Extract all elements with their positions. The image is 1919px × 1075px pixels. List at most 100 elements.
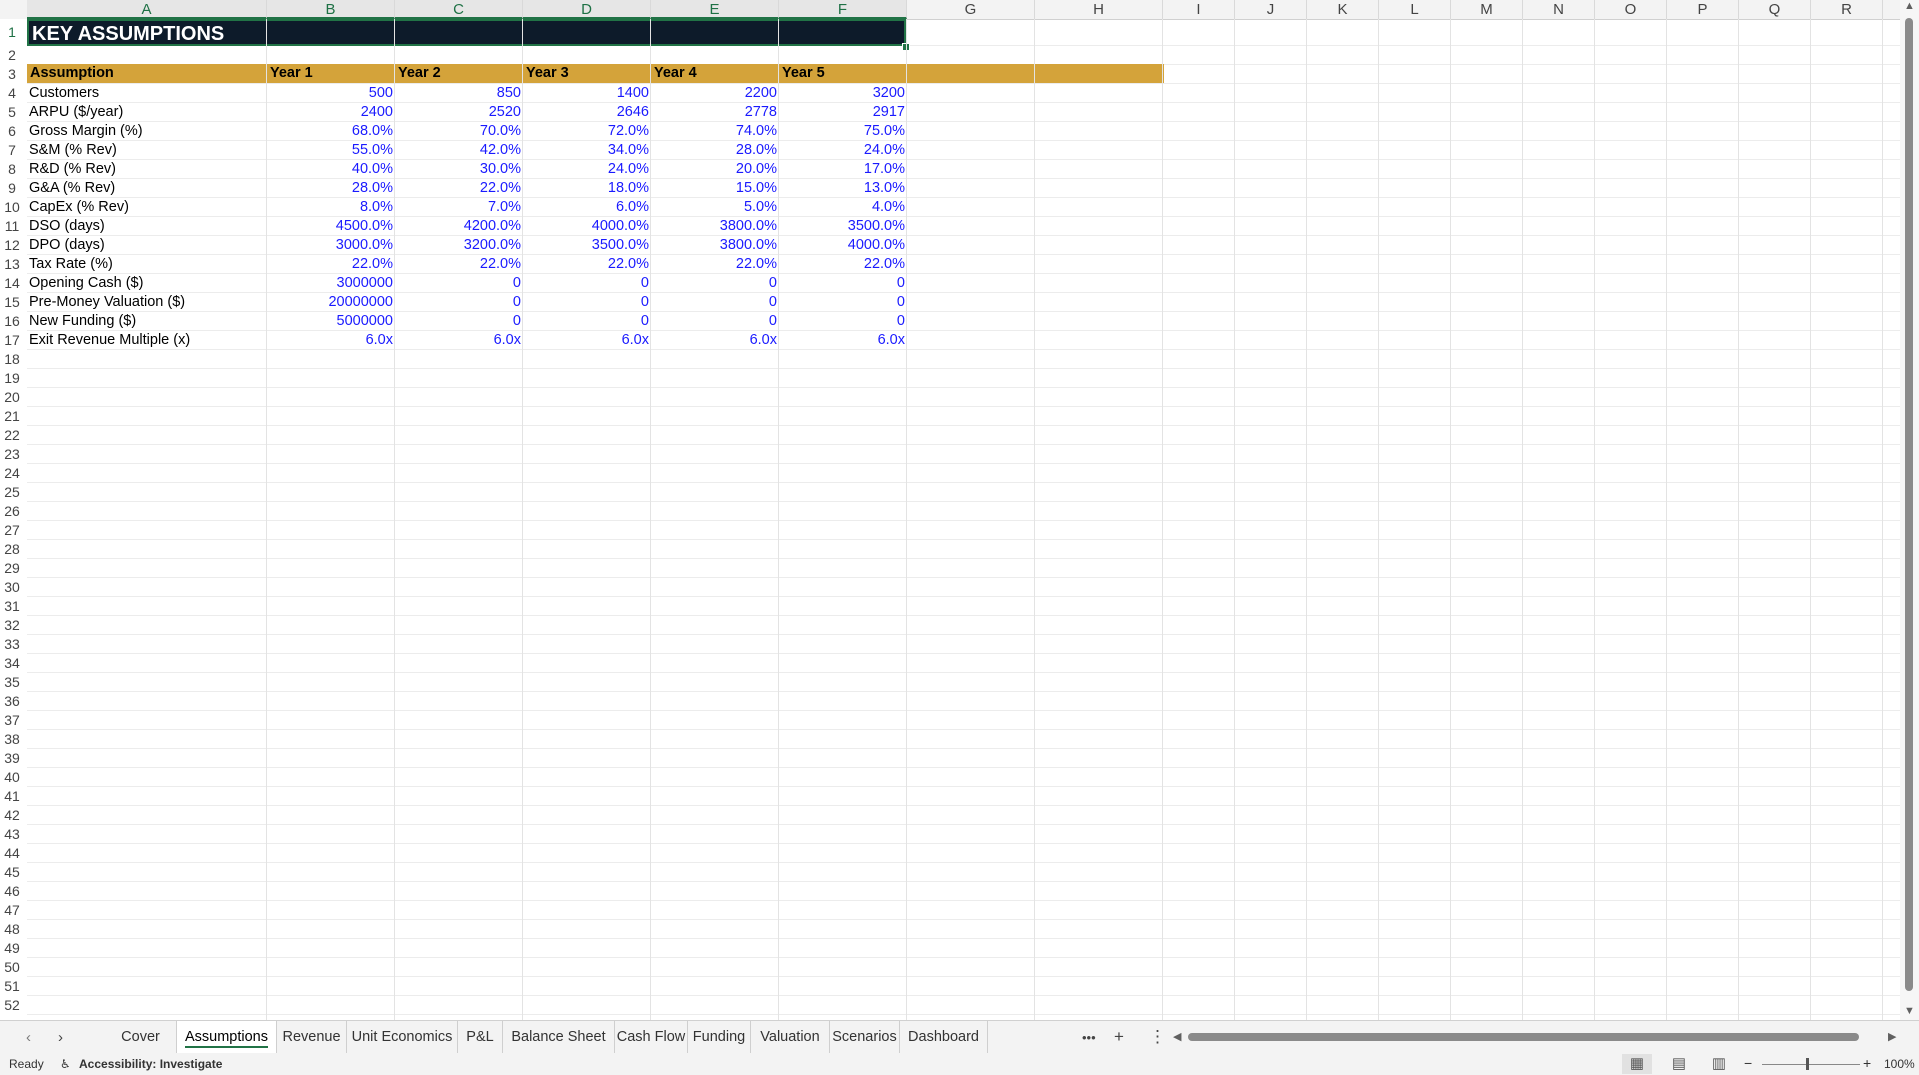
row-header[interactable]: 24 [0, 464, 24, 483]
assumption-value-cell[interactable]: 22.0% [267, 255, 395, 274]
horizontal-scrollbar[interactable]: ◀ ▶ [1173, 1031, 1901, 1043]
assumption-value-cell[interactable]: 34.0% [523, 141, 651, 160]
assumption-value-cell[interactable]: 4000.0% [523, 217, 651, 236]
column-header[interactable]: K [1307, 0, 1379, 19]
assumption-label-cell[interactable]: ARPU ($/year) [27, 103, 267, 122]
column-header[interactable]: J [1235, 0, 1307, 19]
row-header[interactable]: 21 [0, 407, 24, 426]
column-header[interactable]: D [523, 0, 651, 19]
vertical-scroll-thumb[interactable] [1905, 18, 1913, 991]
assumption-value-cell[interactable]: 22.0% [395, 255, 523, 274]
assumption-value-cell[interactable]: 0 [651, 274, 779, 293]
row-header[interactable]: 37 [0, 711, 24, 730]
row-header[interactable]: 50 [0, 958, 24, 977]
assumption-value-cell[interactable]: 2520 [395, 103, 523, 122]
assumption-value-cell[interactable]: 22.0% [523, 255, 651, 274]
assumption-value-cell[interactable]: 42.0% [395, 141, 523, 160]
assumption-value-cell[interactable]: 4500.0% [267, 217, 395, 236]
assumption-value-cell[interactable]: 0 [779, 274, 907, 293]
row-header[interactable]: 16 [0, 312, 24, 331]
row-header[interactable]: 44 [0, 844, 24, 863]
scroll-down-icon[interactable]: ▼ [1904, 1005, 1915, 1017]
assumption-value-cell[interactable]: 0 [523, 293, 651, 312]
row-header[interactable]: 48 [0, 920, 24, 939]
sheet-tab[interactable]: Cover [105, 1021, 177, 1054]
assumption-value-cell[interactable]: 13.0% [779, 179, 907, 198]
sheet-tab[interactable]: Revenue [277, 1021, 347, 1054]
header-cell-assumption[interactable]: Assumption [27, 64, 267, 83]
more-sheets-icon[interactable]: ••• [1082, 1030, 1096, 1045]
header-cell-year[interactable]: Year 1 [267, 64, 395, 83]
row-header[interactable]: 33 [0, 635, 24, 654]
assumption-value-cell[interactable]: 22.0% [651, 255, 779, 274]
sheet-tab[interactable]: Scenarios [830, 1021, 900, 1054]
row-header[interactable]: 28 [0, 540, 24, 559]
row-header[interactable]: 10 [0, 198, 24, 217]
assumption-value-cell[interactable]: 40.0% [267, 160, 395, 179]
assumption-value-cell[interactable]: 0 [651, 293, 779, 312]
column-header[interactable]: R [1811, 0, 1883, 19]
assumption-value-cell[interactable]: 3000.0% [267, 236, 395, 255]
assumption-value-cell[interactable]: 6.0x [779, 331, 907, 350]
assumption-value-cell[interactable]: 3200.0% [395, 236, 523, 255]
row-header[interactable]: 39 [0, 749, 24, 768]
assumption-label-cell[interactable]: Opening Cash ($) [27, 274, 267, 293]
assumption-value-cell[interactable]: 6.0x [267, 331, 395, 350]
assumption-value-cell[interactable]: 0 [395, 293, 523, 312]
row-header[interactable]: 7 [0, 141, 24, 160]
assumption-value-cell[interactable]: 4200.0% [395, 217, 523, 236]
accessibility-status[interactable]: Accessibility: Investigate [79, 1057, 222, 1071]
assumption-value-cell[interactable]: 20000000 [267, 293, 395, 312]
assumption-label-cell[interactable]: DPO (days) [27, 236, 267, 255]
zoom-slider-thumb[interactable] [1806, 1058, 1809, 1070]
row-header[interactable]: 6 [0, 122, 24, 141]
zoom-out-icon[interactable]: − [1744, 1055, 1752, 1071]
normal-view-icon[interactable]: ▦ [1622, 1054, 1652, 1074]
row-header[interactable]: 17 [0, 331, 24, 350]
assumption-value-cell[interactable]: 1400 [523, 84, 651, 103]
header-cell-year[interactable]: Year 5 [779, 64, 907, 83]
row-header[interactable]: 5 [0, 103, 24, 122]
scroll-left-icon[interactable]: ◀ [1173, 1030, 1181, 1043]
assumption-value-cell[interactable]: 55.0% [267, 141, 395, 160]
assumption-value-cell[interactable]: 500 [267, 84, 395, 103]
column-header[interactable]: B [267, 0, 395, 19]
row-header[interactable]: 34 [0, 654, 24, 673]
row-header[interactable]: 9 [0, 179, 24, 198]
assumption-value-cell[interactable]: 24.0% [779, 141, 907, 160]
row-header[interactable]: 42 [0, 806, 24, 825]
row-header[interactable]: 22 [0, 426, 24, 445]
assumption-value-cell[interactable]: 72.0% [523, 122, 651, 141]
assumption-value-cell[interactable]: 22.0% [395, 179, 523, 198]
row-header[interactable]: 32 [0, 616, 24, 635]
row-header[interactable]: 36 [0, 692, 24, 711]
sheet-tab[interactable]: Funding [688, 1021, 751, 1054]
column-header[interactable]: H [1035, 0, 1163, 19]
row-header[interactable]: 15 [0, 293, 24, 312]
assumption-value-cell[interactable]: 20.0% [651, 160, 779, 179]
worksheet-grid[interactable]: KEY ASSUMPTIONS Assumption Year 1 Year 2 Ye… [27, 19, 1900, 1020]
assumption-value-cell[interactable]: 850 [395, 84, 523, 103]
sheet-tab[interactable]: Unit Economics [347, 1021, 458, 1054]
sheet-tab[interactable]: Cash Flow [615, 1021, 688, 1054]
column-header[interactable]: N [1523, 0, 1595, 19]
tab-scroll-left-icon[interactable]: ‹ [26, 1029, 31, 1046]
assumption-value-cell[interactable]: 3500.0% [779, 217, 907, 236]
assumption-value-cell[interactable]: 3000000 [267, 274, 395, 293]
row-header[interactable]: 27 [0, 521, 24, 540]
horizontal-scroll-thumb[interactable] [1188, 1033, 1859, 1041]
assumption-value-cell[interactable]: 4.0% [779, 198, 907, 217]
row-header[interactable]: 4 [0, 84, 24, 103]
row-header[interactable]: 3 [0, 65, 24, 84]
assumption-value-cell[interactable]: 8.0% [267, 198, 395, 217]
row-header[interactable]: 38 [0, 730, 24, 749]
row-header[interactable]: 45 [0, 863, 24, 882]
tab-scroll-right-icon[interactable]: › [58, 1029, 63, 1046]
assumption-value-cell[interactable]: 4000.0% [779, 236, 907, 255]
assumption-value-cell[interactable]: 75.0% [779, 122, 907, 141]
assumption-value-cell[interactable]: 2778 [651, 103, 779, 122]
assumption-value-cell[interactable]: 2400 [267, 103, 395, 122]
column-header[interactable]: A [27, 0, 267, 19]
add-sheet-icon[interactable]: + [1114, 1027, 1124, 1047]
zoom-in-icon[interactable]: + [1863, 1055, 1871, 1071]
